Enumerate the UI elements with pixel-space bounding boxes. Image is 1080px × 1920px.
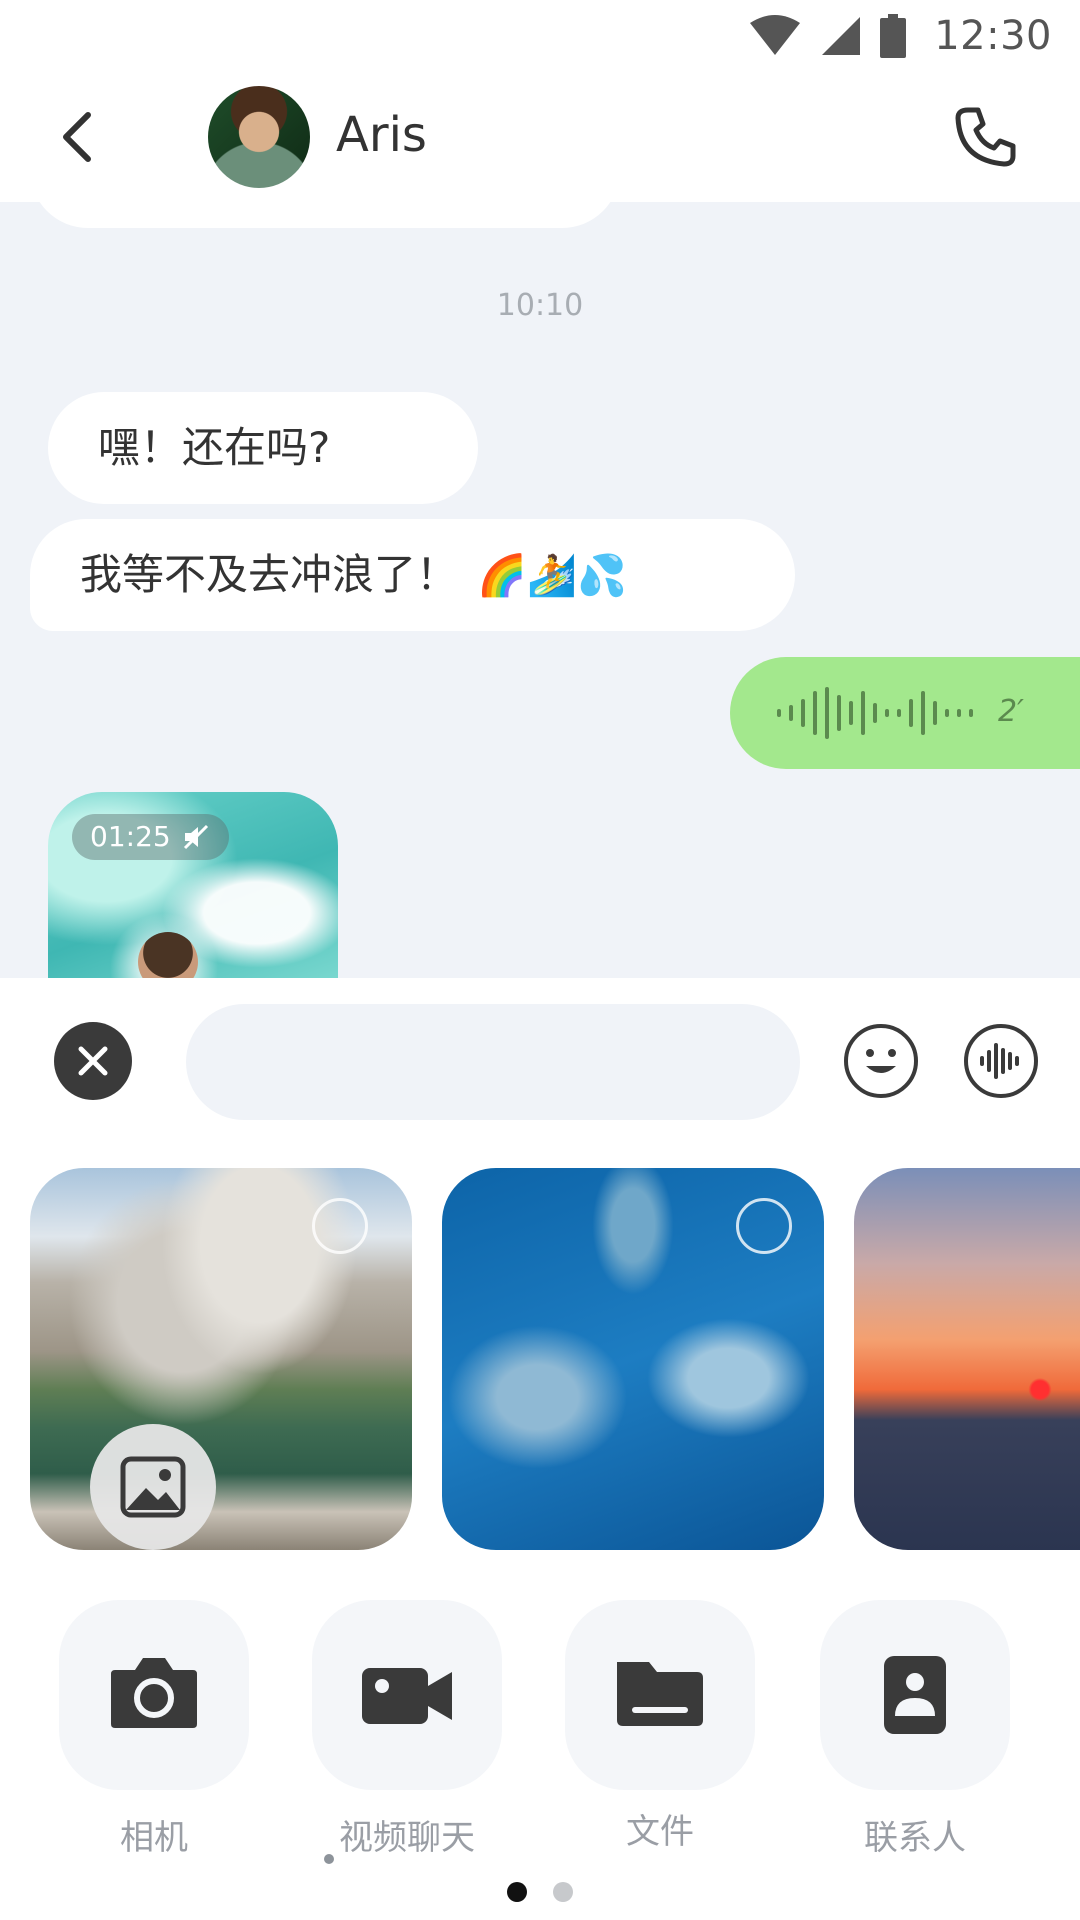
action-label: 相机 (120, 1818, 188, 1858)
contact-card-icon (884, 1656, 946, 1734)
voice-record-button[interactable] (962, 1022, 1040, 1100)
video-chat-button[interactable] (312, 1600, 502, 1790)
photo-thumbnail[interactable] (442, 1168, 824, 1550)
voice-duration: 2′ (998, 694, 1024, 729)
chevron-left-icon (63, 112, 91, 162)
photo-thumbnail[interactable] (30, 1168, 412, 1550)
folder-icon (617, 1662, 703, 1726)
close-button[interactable] (54, 1022, 132, 1100)
video-camera-icon (362, 1668, 452, 1724)
voice-wave-icon (964, 1024, 1038, 1098)
touch-indicator (324, 1854, 334, 1864)
video-subject (138, 932, 198, 978)
status-time: 12:30 (934, 13, 1052, 59)
photo-thumbnail[interactable] (854, 1168, 1080, 1550)
photo-picker[interactable] (0, 1142, 1080, 1572)
message-bubble-incoming[interactable]: 我等不及去冲浪了！ 🌈🏄💦 (30, 519, 795, 631)
message-bubble-incoming[interactable]: 嘿！还在吗? (48, 392, 478, 504)
wifi-icon (750, 15, 801, 55)
call-button[interactable] (950, 102, 1020, 172)
signal-icon (822, 17, 861, 55)
gallery-icon (120, 1456, 186, 1518)
voice-message-bubble[interactable]: 2′ (730, 657, 1080, 769)
chat-message-list[interactable]: 10:10 嘿！还在吗? 我等不及去冲浪了！ 🌈🏄💦 2′ 01:25 (0, 202, 1080, 978)
emoji-button[interactable] (842, 1022, 920, 1100)
camera-button[interactable] (59, 1600, 249, 1790)
video-message-thumbnail[interactable]: 01:25 (48, 792, 338, 978)
close-icon (78, 1046, 108, 1076)
select-circle[interactable] (312, 1198, 368, 1254)
message-text: 我等不及去冲浪了！ (80, 550, 459, 599)
attachment-actions: 相机 视频聊天 文件 联系人 (0, 1572, 1080, 1920)
camera-icon (111, 1658, 197, 1728)
message-composer (0, 978, 1080, 1142)
smiley-icon (844, 1024, 918, 1098)
status-icons: 12:30 (748, 12, 1052, 60)
gallery-button[interactable] (90, 1424, 216, 1550)
message-bubble-previous[interactable] (30, 202, 620, 228)
action-label: 文件 (626, 1812, 694, 1852)
battery-icon (880, 14, 907, 58)
back-button[interactable] (50, 107, 110, 167)
video-duration: 01:25 (90, 820, 171, 853)
page-dot[interactable] (553, 1882, 573, 1902)
file-button[interactable] (565, 1600, 755, 1790)
contact-button[interactable] (820, 1600, 1010, 1790)
chat-header: Aris (0, 72, 1080, 204)
video-duration-badge: 01:25 (72, 814, 229, 860)
page-dot-active[interactable] (507, 1882, 527, 1902)
status-bar: 12:30 (0, 0, 1080, 72)
chat-screen: 12:30 Aris 10:10 嘿！还在吗? 我等不及去冲浪了！ 🌈🏄💦 2′… (0, 0, 1080, 1920)
message-text: 嘿！还在吗? (98, 423, 331, 472)
select-circle[interactable] (736, 1198, 792, 1254)
action-label: 联系人 (864, 1818, 966, 1858)
action-label: 视频聊天 (339, 1818, 475, 1858)
contact-name[interactable]: Aris (336, 107, 427, 163)
muted-speaker-icon (183, 824, 208, 850)
phone-icon (955, 107, 1016, 167)
message-emoji: 🌈🏄💦 (477, 553, 627, 599)
avatar[interactable] (208, 86, 310, 188)
chat-timestamp: 10:10 (496, 288, 584, 323)
message-input[interactable] (186, 1004, 800, 1120)
voice-waveform-icon (777, 687, 973, 739)
page-indicator (0, 1882, 1080, 1902)
